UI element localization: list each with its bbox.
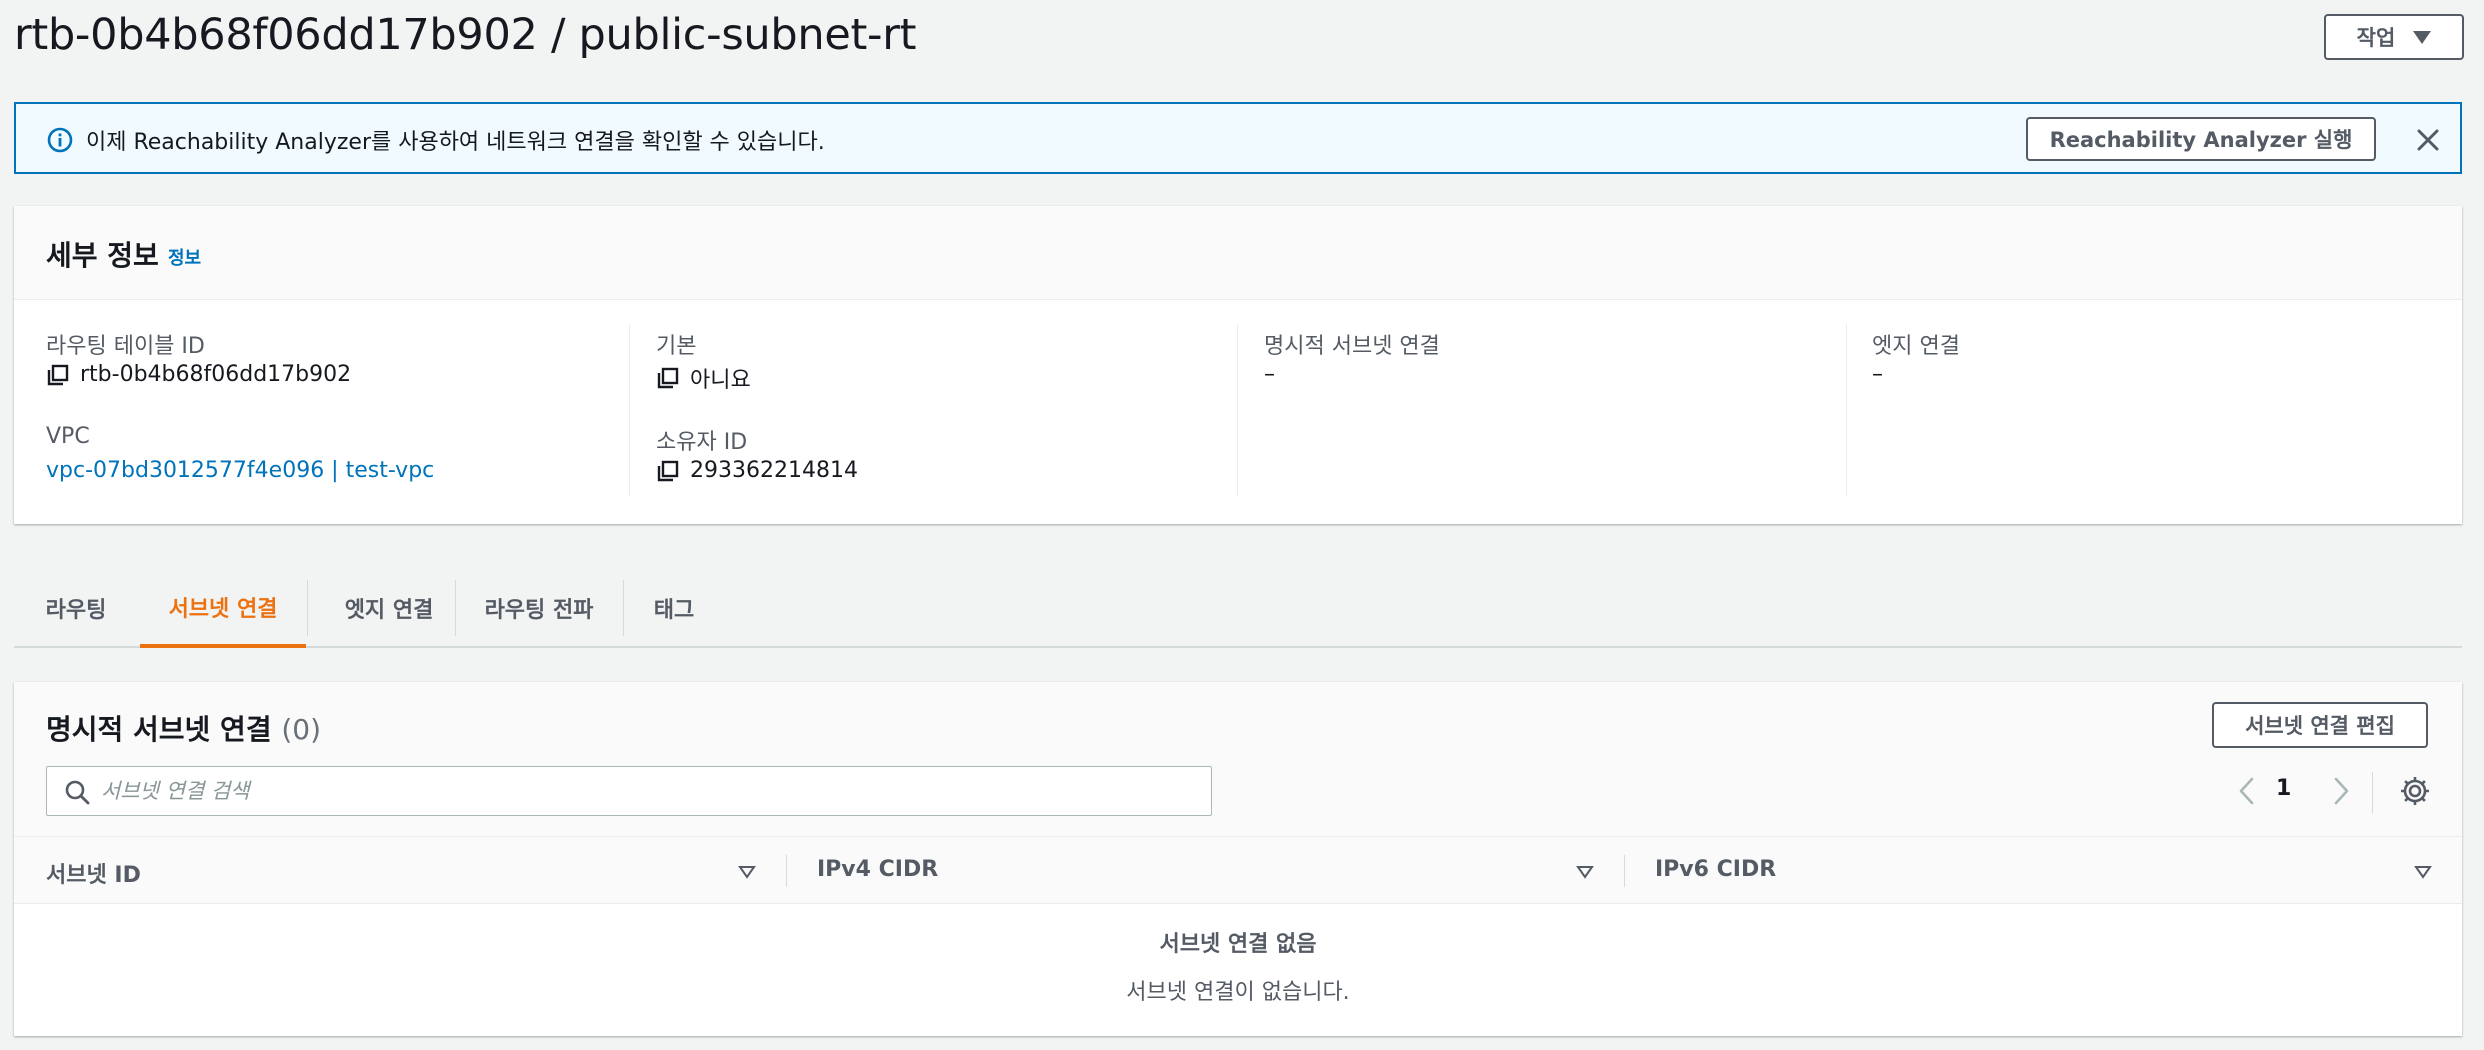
empty-state-title: 서브넷 연결 없음 [1159, 932, 1317, 957]
copy-icon[interactable] [656, 459, 680, 483]
chevron-left-icon[interactable] [2232, 774, 2262, 808]
column-divider [1237, 324, 1238, 496]
main-label: 기본 [656, 334, 697, 359]
details-title: 세부 정보 [46, 239, 159, 272]
tab-edge-associations[interactable]: 엣지 연결 [308, 570, 470, 646]
search-input[interactable] [101, 773, 1201, 809]
main-value-row: 아니요 [656, 362, 751, 394]
route-table-id-label: 라우팅 테이블 ID [46, 334, 205, 359]
sort-icon[interactable] [738, 865, 756, 879]
actions-button-label: 작업 [2356, 26, 2396, 50]
route-table-id-value: rtb-0b4b68f06dd17b902 [80, 362, 352, 387]
info-link[interactable]: 정보 [168, 244, 201, 270]
table-title-text: 명시적 서브넷 연결 [46, 713, 272, 746]
details-panel: 세부 정보 정보 라우팅 테이블 ID rtb-0b4b68f06dd17b90… [14, 206, 2462, 524]
main-value: 아니요 [690, 368, 751, 393]
gear-icon[interactable] [2398, 774, 2432, 808]
column-header-ipv6-cidr[interactable]: IPv6 CIDR [1655, 857, 1776, 882]
banner-message: 이제 Reachability Analyzer를 사용하여 네트워크 연결을 … [86, 130, 825, 155]
search-box[interactable] [46, 766, 1212, 816]
empty-state-description: 서브넷 연결이 없습니다. [1126, 980, 1350, 1005]
info-banner: 이제 Reachability Analyzer를 사용하여 네트워크 연결을 … [14, 102, 2462, 174]
column-divider [1846, 324, 1847, 496]
tab-route-propagation[interactable]: 라우팅 전파 [456, 570, 622, 646]
search-icon [65, 780, 90, 805]
sort-icon[interactable] [2414, 865, 2432, 879]
column-separator [786, 855, 787, 887]
route-table-id-value-row: rtb-0b4b68f06dd17b902 [46, 362, 351, 387]
column-header-ipv4-cidr[interactable]: IPv4 CIDR [817, 857, 938, 882]
column-divider [629, 324, 630, 496]
edit-subnet-associations-button[interactable]: 서브넷 연결 편집 [2212, 702, 2428, 748]
explicit-subnet-label: 명시적 서브넷 연결 [1264, 334, 1440, 359]
vpc-link[interactable]: vpc-07bd3012577f4e096 | test-vpc [46, 458, 434, 483]
table-count: (0) [281, 713, 321, 746]
column-separator [1624, 855, 1625, 887]
owner-id-value-row: 293362214814 [656, 458, 858, 483]
table-title: 명시적 서브넷 연결 (0) [46, 708, 321, 748]
column-header-subnet-id[interactable]: 서브넷 ID [46, 857, 141, 889]
run-reachability-analyzer-button[interactable]: Reachability Analyzer 실행 [2026, 117, 2376, 161]
chevron-right-icon[interactable] [2326, 774, 2356, 808]
vpc-label: VPC [46, 424, 90, 449]
details-header [14, 206, 2462, 300]
copy-icon[interactable] [656, 366, 680, 390]
edge-assoc-label: 엣지 연결 [1872, 334, 1960, 359]
actions-button[interactable]: 작업 [2324, 14, 2464, 60]
edge-assoc-value: – [1872, 362, 1883, 387]
tab-tags[interactable]: 태그 [624, 570, 724, 646]
tab-subnet-associations[interactable]: 서브넷 연결 [140, 570, 306, 648]
owner-id-value: 293362214814 [690, 458, 858, 483]
page-title: rtb-0b4b68f06dd17b902 / public-subnet-rt [14, 10, 917, 60]
pager-separator [2372, 772, 2373, 814]
info-icon [47, 127, 73, 153]
tab-routes[interactable]: 라우팅 [14, 570, 138, 646]
page-number[interactable]: 1 [2276, 776, 2291, 801]
subnet-associations-table: 명시적 서브넷 연결 (0) 서브넷 연결 편집 1 서브넷 ID IPv4 C… [14, 682, 2462, 1036]
table-head: 서브넷 ID IPv4 CIDR IPv6 CIDR [14, 836, 2462, 904]
close-icon[interactable] [2412, 124, 2444, 156]
owner-id-label: 소유자 ID [656, 430, 748, 455]
tab-bar: 라우팅 서브넷 연결 엣지 연결 라우팅 전파 태그 [14, 570, 2462, 648]
sort-icon[interactable] [1576, 865, 1594, 879]
explicit-subnet-value: – [1264, 362, 1275, 387]
copy-icon[interactable] [46, 363, 70, 387]
caret-down-icon [2413, 30, 2432, 44]
